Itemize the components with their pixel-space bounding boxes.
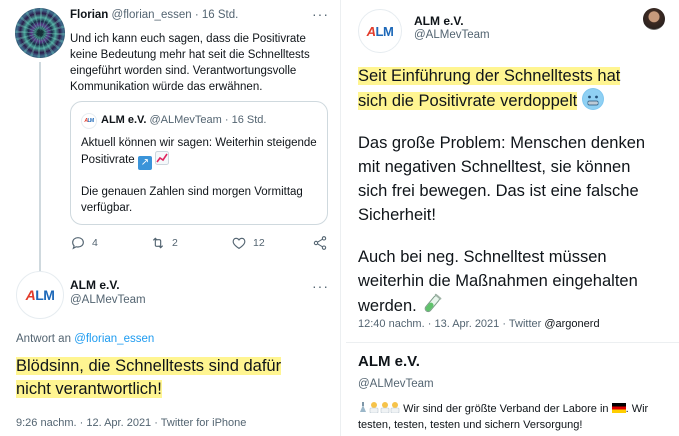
tweet2-line-2: nicht verantwortlich! bbox=[16, 380, 162, 398]
separator-dot: · bbox=[154, 417, 158, 429]
tweet2-source: Twitter for iPhone bbox=[160, 417, 247, 429]
like-button[interactable]: 12 bbox=[231, 235, 265, 251]
current-user-avatar[interactable] bbox=[643, 8, 665, 30]
scientist-emojis bbox=[358, 401, 400, 414]
logo-lm: LM bbox=[375, 23, 394, 39]
cold-face-emoji bbox=[581, 88, 604, 110]
test-tube-emoji bbox=[421, 293, 443, 315]
thread-connector bbox=[39, 62, 41, 284]
reply-prefix: Antwort an bbox=[16, 333, 71, 345]
logo-a: A bbox=[25, 287, 36, 303]
like-icon bbox=[232, 237, 246, 250]
tweet2-time[interactable]: 9:26 nachm. bbox=[16, 417, 77, 429]
quote-positivrate: Positivrate bbox=[81, 154, 135, 166]
quote-line-3: Die genauen Zahlen sind morgen Vormittag bbox=[81, 186, 303, 198]
tweet1-more-menu-icon[interactable]: ··· bbox=[312, 6, 329, 22]
tweet1-text: Und ich kann euch sagen, dass die Positi… bbox=[70, 33, 310, 93]
share-icon bbox=[313, 236, 327, 250]
profile-bio-line-1: Wir sind der größte Verband der Labore i… bbox=[403, 403, 609, 415]
tweet3-p1-line-1: Das große Problem: Menschen denken bbox=[358, 134, 646, 152]
retweet-count: 2 bbox=[172, 237, 178, 249]
chart-up-emoji bbox=[155, 151, 170, 165]
quote-line-1: Aktuell können wir sagen: Weiterhin stei… bbox=[81, 137, 317, 149]
section-divider bbox=[346, 342, 679, 343]
share-button[interactable] bbox=[312, 235, 328, 251]
tweet2-meta: 9:26 nachm. · 12. Apr. 2021 · Twitter fo… bbox=[16, 417, 246, 429]
tweet3-hl-line-1: Seit Einführung der Schnelltests hat bbox=[358, 67, 621, 85]
retweet-button[interactable]: 2 bbox=[150, 235, 178, 251]
tweet3-p1-line-3: sich frei bewegen. Das ist eine falsche bbox=[358, 182, 639, 200]
quoted-tweet-card[interactable]: A LM ALM e.V. @ALMevTeam · 16 Std. Aktuel… bbox=[70, 101, 328, 225]
column-divider bbox=[340, 0, 341, 436]
logo-a: A bbox=[366, 23, 376, 39]
tweet2-line-1: Blödsinn, die Schnelltests sind dafür bbox=[16, 357, 282, 375]
tweet3-source: Twitter bbox=[508, 318, 542, 330]
tweet3-text: Seit Einführung der Schnelltests hat sic… bbox=[358, 64, 668, 318]
quote-text: Aktuell können wir sagen: Weiterhin stei… bbox=[81, 135, 321, 216]
tweet3-p2-line-3: werden. bbox=[358, 297, 417, 315]
tweet3-via-user[interactable]: @argonerd bbox=[544, 318, 599, 330]
logo-lm: LM bbox=[87, 118, 94, 124]
tweet3-p2-line-2: weiterhin die Maßnahmen eingehalten bbox=[358, 272, 638, 290]
separator-dot: · bbox=[79, 417, 84, 429]
tweet3-p1-line-2: mit negativen Schnelltest, sie können bbox=[358, 158, 631, 176]
quote-line-2: Positivrate ↗ bbox=[81, 151, 321, 170]
quote-alm-logo: A LM bbox=[81, 113, 97, 129]
tweet3-time[interactable]: 12:40 nachm. bbox=[358, 318, 425, 330]
tweet2-date[interactable]: 12. Apr. 2021 bbox=[86, 417, 151, 429]
florian-avatar[interactable] bbox=[15, 8, 65, 58]
alm-avatar-reply[interactable]: A LM bbox=[16, 271, 64, 319]
alm-avatar-main[interactable]: A LM bbox=[358, 9, 402, 53]
tweet3-meta: 12:40 nachm. · 13. Apr. 2021 · Twitter @… bbox=[358, 318, 600, 330]
reply-to-link[interactable]: @florian_essen bbox=[74, 333, 154, 345]
profile-bio-line-1-end: . Wir bbox=[625, 403, 649, 415]
profile-bio-line-2: testen, testen, testen und sichern Verso… bbox=[358, 419, 583, 431]
profile-bio: Wir sind der größte Verband der Labore i… bbox=[358, 401, 676, 433]
tweet2-author-name[interactable]: ALM e.V. bbox=[70, 278, 120, 292]
arrow-up-right-emoji: ↗ bbox=[137, 156, 152, 170]
profile-handle[interactable]: @ALMevTeam bbox=[358, 378, 434, 390]
logo-lm: LM bbox=[35, 287, 55, 303]
quote-author-handle: @ALMevTeam bbox=[149, 114, 222, 126]
quote-header: ALM e.V. @ALMevTeam · 16 Std. bbox=[101, 114, 266, 126]
tweet3-author-handle[interactable]: @ALMevTeam bbox=[414, 29, 490, 41]
tweet1-time[interactable]: 16 Std. bbox=[202, 9, 238, 21]
tweet1-header: Florian @florian_essen · 16 Std. bbox=[70, 9, 238, 21]
separator-dot: · bbox=[502, 318, 507, 330]
separator-dot: · bbox=[427, 318, 432, 330]
quote-author-name: ALM e.V. bbox=[101, 114, 147, 126]
quote-time: 16 Std. bbox=[231, 114, 267, 126]
tweet3-p1-line-4: Sicherheit! bbox=[358, 206, 436, 224]
reply-context: Antwort an @florian_essen bbox=[16, 333, 154, 345]
reply-count: 4 bbox=[92, 237, 98, 249]
tweet1-author-handle[interactable]: @florian_essen bbox=[112, 9, 192, 21]
reply-icon bbox=[72, 237, 84, 250]
germany-flag-emoji bbox=[611, 403, 626, 413]
profile-name[interactable]: ALM e.V. bbox=[358, 353, 420, 370]
like-count: 12 bbox=[253, 237, 265, 249]
tweet3-hl-line-2: sich die Positivrate verdoppelt bbox=[358, 92, 578, 110]
quote-line-4: verfügbar. bbox=[81, 202, 133, 214]
tweet3-date[interactable]: 13. Apr. 2021 bbox=[434, 318, 499, 330]
separator-dot: · bbox=[224, 114, 229, 126]
tweet1-author-name[interactable]: Florian bbox=[70, 9, 108, 21]
retweet-icon bbox=[152, 237, 164, 249]
tweet3-p2-line-1: Auch bei neg. Schnelltest müssen bbox=[358, 248, 607, 266]
reply-button[interactable]: 4 bbox=[70, 235, 98, 251]
tweet2-author-handle[interactable]: @ALMevTeam bbox=[70, 294, 146, 306]
tweet3-author-name[interactable]: ALM e.V. bbox=[414, 14, 464, 28]
tweet2-more-menu-icon[interactable]: ··· bbox=[312, 278, 329, 294]
separator-dot: · bbox=[194, 9, 199, 21]
tweet2-text: Blödsinn, die Schnelltests sind dafür ni… bbox=[16, 355, 282, 401]
